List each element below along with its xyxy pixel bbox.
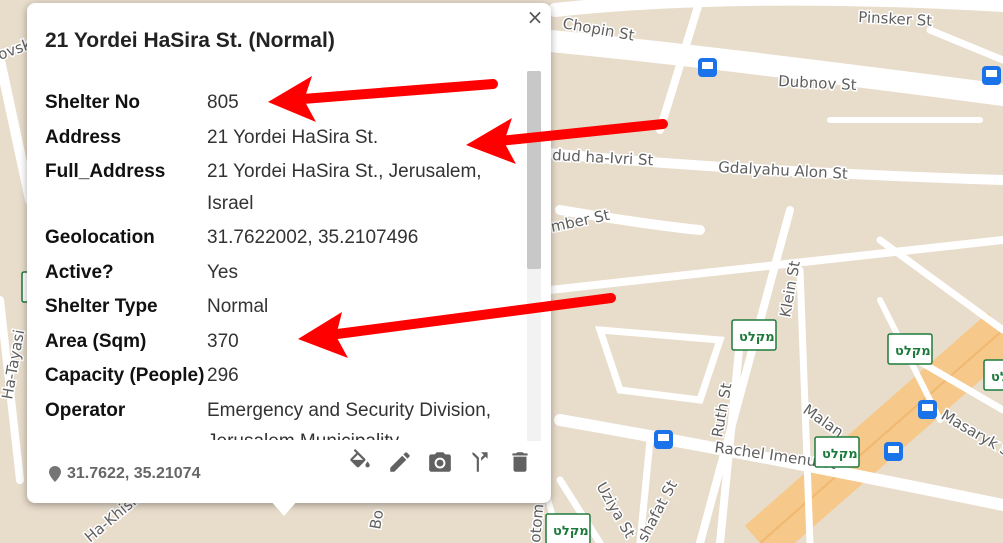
shelter-marker-label: מקלט (553, 524, 589, 539)
shelter-marker[interactable]: מקלט (545, 513, 591, 543)
popup-toolbar (347, 449, 533, 475)
bus-stop-icon[interactable] (884, 442, 903, 461)
bus-stop-icon[interactable] (654, 430, 673, 449)
shelter-marker-label: מקלט (991, 370, 1003, 385)
shelter-marker[interactable]: מקלט (814, 436, 860, 468)
paint-bucket-icon[interactable] (347, 449, 373, 475)
field-row-shelter-no: Shelter No 805 (45, 87, 525, 119)
field-row-area: Area (Sqm) 370 (45, 326, 525, 358)
field-row-full-address: Full_Address 21 Yordei HaSira St., Jerus… (45, 156, 525, 219)
bus-stop-icon[interactable] (982, 66, 1001, 85)
field-key: Address (45, 126, 122, 148)
field-row-geolocation: Geolocation 31.7622002, 35.2107496 (45, 222, 525, 254)
shelter-marker[interactable]: מקלט (983, 359, 1003, 391)
field-key: Active? (45, 261, 114, 283)
street-label-otom: otom (526, 503, 547, 543)
field-key: Geolocation (45, 227, 155, 248)
field-key: Shelter Type (45, 296, 158, 317)
trash-icon[interactable] (507, 449, 533, 475)
shelter-marker[interactable]: מקלט (887, 333, 933, 365)
bus-stop-icon[interactable] (918, 400, 937, 419)
field-key: Capacity (People) (45, 365, 205, 386)
field-row-address: Address 21 Yordei HaSira St. (45, 122, 525, 154)
popup-title: 21 Yordei HaSira St. (Normal) (45, 29, 335, 52)
field-value: Emergency and Security Division, Jerusal… (207, 399, 492, 441)
footer-coords-text: 31.7622, 35.21074 (67, 465, 201, 482)
camera-icon[interactable] (427, 449, 453, 475)
field-row-active: Active? Yes (45, 257, 525, 289)
street-label-bo: Bo (366, 508, 387, 530)
shelter-marker-label: מקלט (739, 330, 775, 345)
field-value: 370 (207, 330, 239, 352)
close-icon[interactable]: × (523, 5, 547, 29)
shelter-marker-label: מקלט (895, 344, 931, 359)
field-key: Operator (45, 399, 126, 421)
footer-coordinates: 31.7622, 35.21074 (49, 465, 200, 483)
scrollbar-thumb[interactable] (527, 71, 541, 269)
shelter-marker-label: מקלט (822, 447, 858, 462)
field-value: 31.7622002, 35.2107496 (207, 227, 419, 248)
field-value: Yes (207, 261, 238, 283)
field-value: 21 Yordei HaSira St. (207, 126, 379, 148)
field-value: 296 (207, 365, 239, 386)
field-key: Shelter No (45, 92, 141, 113)
field-key: Full_Address (45, 161, 166, 182)
field-row-capacity: Capacity (People) 296 (45, 360, 525, 392)
field-key: Area (Sqm) (45, 330, 147, 352)
field-row-operator: Operator Emergency and Security Division… (45, 395, 525, 441)
field-value: 21 Yordei HaSira St., Jerusalem, Israel (207, 161, 482, 214)
directions-icon[interactable] (467, 449, 493, 475)
field-list[interactable]: Shelter No 805 Address 21 Yordei HaSira … (45, 87, 525, 440)
field-row-shelter-type: Shelter Type Normal (45, 291, 525, 323)
field-value: 805 (207, 92, 239, 113)
pencil-icon[interactable] (387, 449, 413, 475)
bus-stop-icon[interactable] (698, 58, 717, 77)
popup-tail (270, 500, 298, 516)
pin-icon (49, 466, 61, 482)
info-popup: × 21 Yordei HaSira St. (Normal) Shelter … (27, 3, 551, 503)
field-value: Normal (207, 296, 269, 317)
shelter-marker[interactable]: מקלט (731, 319, 777, 351)
